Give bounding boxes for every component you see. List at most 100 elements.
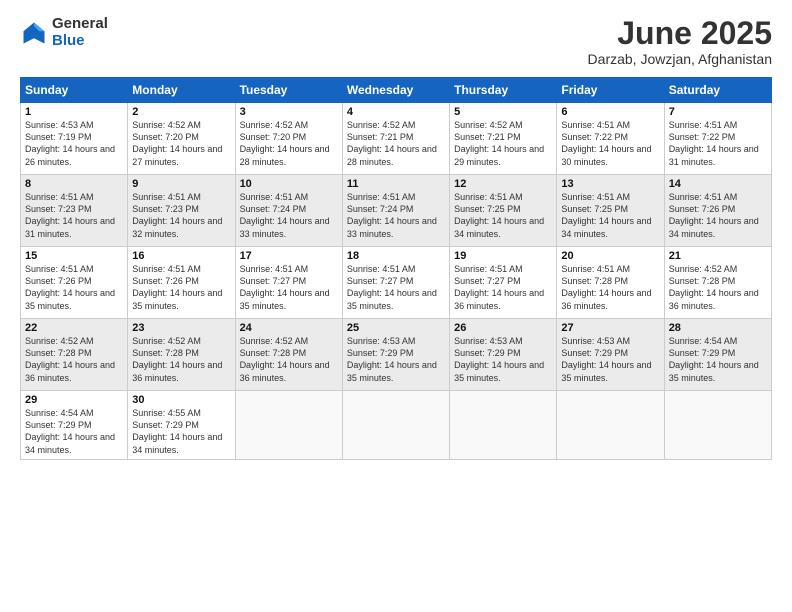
cell-w4-d4: 25Sunrise: 4:53 AMSunset: 7:29 PMDayligh… (342, 319, 449, 391)
cell-w4-d3: 24Sunrise: 4:52 AMSunset: 7:28 PMDayligh… (235, 319, 342, 391)
day-number: 5 (454, 106, 552, 118)
day-info: Sunrise: 4:52 AMSunset: 7:21 PMDaylight:… (347, 119, 445, 168)
day-number: 23 (132, 322, 230, 334)
logo-text: General Blue (52, 16, 108, 49)
cell-w2-d4: 11Sunrise: 4:51 AMSunset: 7:24 PMDayligh… (342, 175, 449, 247)
day-number: 3 (240, 106, 338, 118)
day-info: Sunrise: 4:51 AMSunset: 7:25 PMDaylight:… (561, 191, 659, 240)
day-info: Sunrise: 4:51 AMSunset: 7:26 PMDaylight:… (25, 263, 123, 312)
day-info: Sunrise: 4:53 AMSunset: 7:29 PMDaylight:… (454, 335, 552, 384)
day-number: 27 (561, 322, 659, 334)
cell-w1-d6: 6Sunrise: 4:51 AMSunset: 7:22 PMDaylight… (557, 103, 664, 175)
week-row-1: 1Sunrise: 4:53 AMSunset: 7:19 PMDaylight… (21, 103, 772, 175)
day-number: 24 (240, 322, 338, 334)
day-number: 28 (669, 322, 767, 334)
day-info: Sunrise: 4:51 AMSunset: 7:24 PMDaylight:… (240, 191, 338, 240)
cell-w3-d4: 18Sunrise: 4:51 AMSunset: 7:27 PMDayligh… (342, 247, 449, 319)
week-row-2: 8Sunrise: 4:51 AMSunset: 7:23 PMDaylight… (21, 175, 772, 247)
cell-w4-d5: 26Sunrise: 4:53 AMSunset: 7:29 PMDayligh… (450, 319, 557, 391)
logo-blue-text: Blue (52, 33, 108, 50)
cell-w5-d5 (450, 391, 557, 460)
day-info: Sunrise: 4:51 AMSunset: 7:23 PMDaylight:… (25, 191, 123, 240)
day-info: Sunrise: 4:51 AMSunset: 7:27 PMDaylight:… (454, 263, 552, 312)
day-number: 29 (25, 394, 123, 406)
cell-w4-d6: 27Sunrise: 4:53 AMSunset: 7:29 PMDayligh… (557, 319, 664, 391)
day-number: 12 (454, 178, 552, 190)
cell-w3-d3: 17Sunrise: 4:51 AMSunset: 7:27 PMDayligh… (235, 247, 342, 319)
logo-general-text: General (52, 16, 108, 33)
day-number: 20 (561, 250, 659, 262)
cell-w3-d1: 15Sunrise: 4:51 AMSunset: 7:26 PMDayligh… (21, 247, 128, 319)
cell-w5-d2: 30Sunrise: 4:55 AMSunset: 7:29 PMDayligh… (128, 391, 235, 460)
day-info: Sunrise: 4:51 AMSunset: 7:27 PMDaylight:… (240, 263, 338, 312)
cell-w5-d1: 29Sunrise: 4:54 AMSunset: 7:29 PMDayligh… (21, 391, 128, 460)
day-info: Sunrise: 4:53 AMSunset: 7:29 PMDaylight:… (561, 335, 659, 384)
header-row: Sunday Monday Tuesday Wednesday Thursday… (21, 78, 772, 103)
day-info: Sunrise: 4:51 AMSunset: 7:27 PMDaylight:… (347, 263, 445, 312)
day-info: Sunrise: 4:52 AMSunset: 7:28 PMDaylight:… (669, 263, 767, 312)
day-number: 6 (561, 106, 659, 118)
day-number: 7 (669, 106, 767, 118)
day-info: Sunrise: 4:54 AMSunset: 7:29 PMDaylight:… (669, 335, 767, 384)
day-number: 21 (669, 250, 767, 262)
calendar-subtitle: Darzab, Jowzjan, Afghanistan (588, 51, 772, 67)
day-info: Sunrise: 4:51 AMSunset: 7:25 PMDaylight:… (454, 191, 552, 240)
cell-w2-d5: 12Sunrise: 4:51 AMSunset: 7:25 PMDayligh… (450, 175, 557, 247)
day-info: Sunrise: 4:51 AMSunset: 7:28 PMDaylight:… (561, 263, 659, 312)
day-number: 25 (347, 322, 445, 334)
col-wednesday: Wednesday (342, 78, 449, 103)
day-number: 17 (240, 250, 338, 262)
day-number: 19 (454, 250, 552, 262)
cell-w4-d1: 22Sunrise: 4:52 AMSunset: 7:28 PMDayligh… (21, 319, 128, 391)
col-monday: Monday (128, 78, 235, 103)
day-number: 14 (669, 178, 767, 190)
cell-w1-d5: 5Sunrise: 4:52 AMSunset: 7:21 PMDaylight… (450, 103, 557, 175)
day-info: Sunrise: 4:51 AMSunset: 7:23 PMDaylight:… (132, 191, 230, 240)
col-tuesday: Tuesday (235, 78, 342, 103)
col-friday: Friday (557, 78, 664, 103)
cell-w2-d3: 10Sunrise: 4:51 AMSunset: 7:24 PMDayligh… (235, 175, 342, 247)
day-info: Sunrise: 4:51 AMSunset: 7:24 PMDaylight:… (347, 191, 445, 240)
day-number: 26 (454, 322, 552, 334)
col-sunday: Sunday (21, 78, 128, 103)
week-row-5: 29Sunrise: 4:54 AMSunset: 7:29 PMDayligh… (21, 391, 772, 460)
day-info: Sunrise: 4:52 AMSunset: 7:20 PMDaylight:… (240, 119, 338, 168)
day-number: 10 (240, 178, 338, 190)
calendar-table: Sunday Monday Tuesday Wednesday Thursday… (20, 77, 772, 460)
day-info: Sunrise: 4:54 AMSunset: 7:29 PMDaylight:… (25, 407, 123, 456)
day-info: Sunrise: 4:52 AMSunset: 7:28 PMDaylight:… (25, 335, 123, 384)
day-number: 11 (347, 178, 445, 190)
title-block: June 2025 Darzab, Jowzjan, Afghanistan (588, 16, 772, 67)
day-info: Sunrise: 4:52 AMSunset: 7:20 PMDaylight:… (132, 119, 230, 168)
day-number: 15 (25, 250, 123, 262)
day-info: Sunrise: 4:51 AMSunset: 7:26 PMDaylight:… (132, 263, 230, 312)
week-row-4: 22Sunrise: 4:52 AMSunset: 7:28 PMDayligh… (21, 319, 772, 391)
cell-w2-d7: 14Sunrise: 4:51 AMSunset: 7:26 PMDayligh… (664, 175, 771, 247)
day-number: 4 (347, 106, 445, 118)
cell-w5-d3 (235, 391, 342, 460)
cell-w3-d7: 21Sunrise: 4:52 AMSunset: 7:28 PMDayligh… (664, 247, 771, 319)
day-number: 1 (25, 106, 123, 118)
cell-w1-d1: 1Sunrise: 4:53 AMSunset: 7:19 PMDaylight… (21, 103, 128, 175)
day-info: Sunrise: 4:55 AMSunset: 7:29 PMDaylight:… (132, 407, 230, 456)
cell-w2-d1: 8Sunrise: 4:51 AMSunset: 7:23 PMDaylight… (21, 175, 128, 247)
cell-w1-d7: 7Sunrise: 4:51 AMSunset: 7:22 PMDaylight… (664, 103, 771, 175)
cell-w3-d6: 20Sunrise: 4:51 AMSunset: 7:28 PMDayligh… (557, 247, 664, 319)
cell-w1-d3: 3Sunrise: 4:52 AMSunset: 7:20 PMDaylight… (235, 103, 342, 175)
day-number: 18 (347, 250, 445, 262)
day-number: 16 (132, 250, 230, 262)
calendar-title: June 2025 (588, 16, 772, 51)
day-info: Sunrise: 4:52 AMSunset: 7:28 PMDaylight:… (132, 335, 230, 384)
cell-w1-d4: 4Sunrise: 4:52 AMSunset: 7:21 PMDaylight… (342, 103, 449, 175)
cell-w1-d2: 2Sunrise: 4:52 AMSunset: 7:20 PMDaylight… (128, 103, 235, 175)
page: General Blue June 2025 Darzab, Jowzjan, … (0, 0, 792, 612)
day-info: Sunrise: 4:52 AMSunset: 7:21 PMDaylight:… (454, 119, 552, 168)
logo-icon (20, 19, 48, 47)
day-info: Sunrise: 4:51 AMSunset: 7:22 PMDaylight:… (561, 119, 659, 168)
week-row-3: 15Sunrise: 4:51 AMSunset: 7:26 PMDayligh… (21, 247, 772, 319)
day-number: 9 (132, 178, 230, 190)
cell-w2-d6: 13Sunrise: 4:51 AMSunset: 7:25 PMDayligh… (557, 175, 664, 247)
cell-w3-d2: 16Sunrise: 4:51 AMSunset: 7:26 PMDayligh… (128, 247, 235, 319)
day-info: Sunrise: 4:53 AMSunset: 7:19 PMDaylight:… (25, 119, 123, 168)
day-info: Sunrise: 4:51 AMSunset: 7:26 PMDaylight:… (669, 191, 767, 240)
